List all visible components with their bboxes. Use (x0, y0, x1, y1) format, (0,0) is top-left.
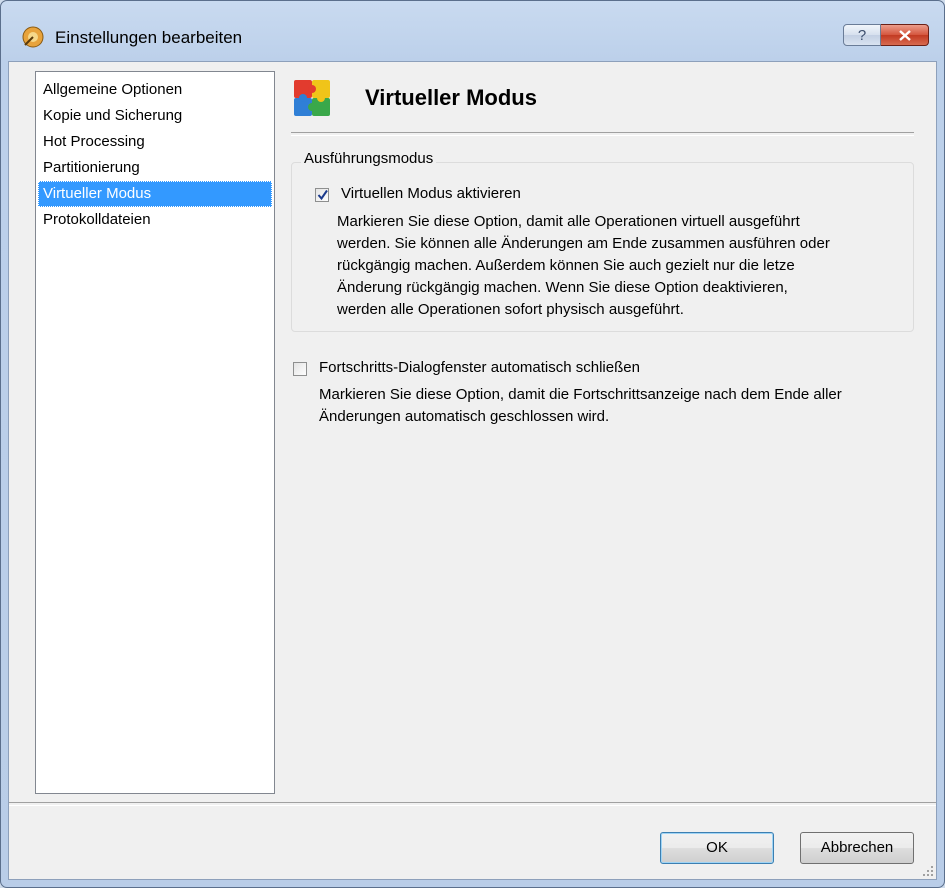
description-line: Änderungen automatisch geschlossen wird. (319, 408, 610, 425)
ok-button[interactable]: OK (660, 832, 774, 864)
description-line: werden. Sie können alle Änderungen am En… (337, 235, 830, 252)
sidebar-item-allgemeine-optionen[interactable]: Allgemeine Optionen (38, 77, 272, 103)
auto-close-checkbox[interactable] (293, 362, 307, 376)
description-line: Markieren Sie diese Option, damit alle O… (337, 213, 800, 230)
sidebar-item-kopie-und-sicherung[interactable]: Kopie und Sicherung (38, 103, 272, 129)
virtual-mode-checkbox[interactable] (315, 188, 329, 202)
page-title: Virtueller Modus (365, 85, 537, 110)
settings-dialog: Einstellungen bearbeiten ? Allgemeine Op… (0, 0, 945, 888)
help-button[interactable]: ? (843, 24, 881, 46)
virtual-mode-description: Markieren Sie diese Option, damit alle O… (337, 211, 830, 321)
sidebar-item-hot-processing[interactable]: Hot Processing (38, 129, 272, 155)
sidebar-item-virtueller-modus[interactable]: Virtueller Modus (38, 181, 272, 207)
app-icon (22, 26, 44, 48)
dialog-body: Allgemeine Optionen Kopie und Sicherung … (8, 61, 937, 880)
window-title: Einstellungen bearbeiten (55, 28, 243, 47)
sidebar-item-partitionierung[interactable]: Partitionierung (38, 155, 272, 181)
resize-grip-icon[interactable] (922, 865, 934, 877)
close-icon (898, 30, 911, 41)
cancel-button[interactable]: Abbrechen (800, 832, 914, 864)
auto-close-description: Markieren Sie diese Option, damit die Fo… (319, 384, 842, 428)
category-list[interactable]: Allgemeine Optionen Kopie und Sicherung … (35, 71, 275, 794)
description-line: rückgängig machen. Außerdem können Sie a… (337, 257, 795, 274)
description-line: werden alle Operationen sofort physisch … (337, 301, 684, 318)
group-label: Ausführungsmodus (301, 150, 437, 167)
title-bar[interactable]: Einstellungen bearbeiten ? (1, 1, 944, 61)
description-line: Markieren Sie diese Option, damit die Fo… (319, 386, 842, 403)
puzzle-icon (294, 80, 330, 116)
description-line: Änderung rückgängig machen. Wenn Sie die… (337, 279, 788, 296)
virtual-mode-label[interactable]: Virtuellen Modus aktivieren (341, 185, 521, 202)
checkmark-icon (317, 189, 328, 201)
auto-close-label[interactable]: Fortschritts-Dialogfenster automatisch s… (319, 359, 640, 376)
close-button[interactable] (881, 24, 929, 46)
header-divider (291, 132, 914, 136)
sidebar-item-protokolldateien[interactable]: Protokolldateien (38, 207, 272, 233)
footer-divider (9, 802, 936, 806)
